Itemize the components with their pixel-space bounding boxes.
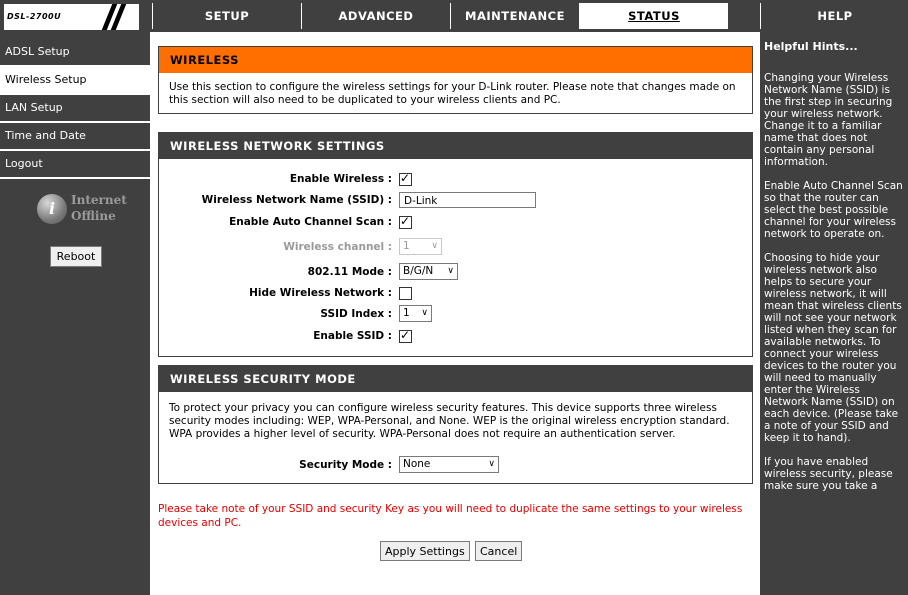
sidebar-item-wireless-setup[interactable]: Wireless Setup — [0, 67, 150, 95]
internet-status-line2: Offline — [71, 209, 116, 223]
chevron-down-icon: ∨ — [431, 241, 438, 251]
auto-channel-label: Enable Auto Channel Scan : — [229, 216, 392, 228]
sidebar-item-adsl-setup[interactable]: ADSL Setup — [0, 39, 150, 67]
ssid-label: Wireless Network Name (SSID) : — [201, 194, 392, 206]
network-settings-section: WIRELESS NETWORK SETTINGS Enable Wireles… — [158, 132, 753, 357]
tab-setup[interactable]: SETUP — [152, 3, 301, 29]
hint-paragraph: Enable Auto Channel Scan so that the rou… — [764, 180, 903, 240]
tab-help[interactable]: HELP — [760, 3, 908, 29]
enable-ssid-checkbox[interactable] — [399, 328, 412, 343]
chevron-down-icon: ∨ — [488, 459, 495, 469]
chevron-down-icon: ∨ — [447, 266, 454, 276]
helpful-hints-panel: Helpful Hints... Changing your Wireless … — [760, 32, 908, 595]
wireless-description: Use this section to configure the wirele… — [169, 81, 736, 106]
sidebar-item-time-and-date[interactable]: Time and Date — [0, 123, 150, 151]
info-icon: i — [37, 194, 67, 224]
ssid-index-label: SSID Index : — [320, 308, 392, 320]
sidebar-item-logout[interactable]: Logout — [0, 151, 150, 179]
tab-status[interactable]: STATUS — [579, 3, 728, 29]
network-settings-title: WIRELESS NETWORK SETTINGS — [159, 133, 752, 159]
chevron-down-icon: ∨ — [421, 308, 428, 318]
wireless-section-title: WIRELESS — [159, 47, 752, 73]
top-nav-bar: DSL-2700U SETUP ADVANCED MAINTENANCE STA… — [0, 0, 908, 32]
security-mode-title: WIRELESS SECURITY MODE — [159, 366, 752, 392]
internet-status-line1: Internet — [71, 193, 127, 207]
wireless-channel-label: Wireless channel : — [283, 241, 392, 253]
reboot-button[interactable]: Reboot — [50, 246, 102, 267]
hints-title: Helpful Hints... — [764, 40, 858, 53]
wireless-channel-select[interactable]: 1 ∨ — [399, 238, 442, 255]
router-logo: DSL-2700U — [3, 3, 140, 31]
cancel-button[interactable]: Cancel — [475, 541, 523, 561]
enable-wireless-label: Enable Wireless : — [289, 173, 392, 185]
sidebar-item-lan-setup[interactable]: LAN Setup — [0, 95, 150, 123]
hint-paragraph: Changing your Wireless Network Name (SSI… — [764, 72, 893, 168]
hint-paragraph: Choosing to hide your wireless network a… — [764, 252, 902, 444]
enable-wireless-checkbox[interactable] — [399, 171, 412, 186]
wireless-section: WIRELESS Use this section to configure t… — [158, 46, 753, 114]
mode-value: B/G/N — [403, 265, 434, 277]
router-model: DSL-2700U — [7, 12, 62, 21]
apply-settings-button[interactable]: Apply Settings — [380, 541, 470, 561]
tab-maintenance[interactable]: MAINTENANCE — [450, 3, 579, 29]
enable-ssid-label: Enable SSID : — [313, 330, 392, 342]
wireless-channel-value: 1 — [403, 240, 410, 252]
ssid-input[interactable]: D-Link — [399, 192, 536, 208]
security-mode-label: Security Mode : — [299, 459, 392, 471]
security-mode-value: None — [403, 458, 431, 470]
auto-channel-checkbox[interactable] — [399, 214, 412, 229]
mode-select[interactable]: B/G/N ∨ — [399, 263, 458, 280]
security-mode-select[interactable]: None ∨ — [399, 456, 499, 473]
tab-advanced[interactable]: ADVANCED — [301, 3, 450, 29]
hide-network-checkbox[interactable] — [399, 287, 412, 300]
internet-status: i Internet Offline — [37, 192, 147, 234]
sidebar: ADSL Setup Wireless Setup LAN Setup Time… — [0, 32, 150, 595]
ssid-index-select[interactable]: 1 ∨ — [399, 305, 432, 322]
ssid-index-value: 1 — [403, 307, 410, 319]
main-content: WIRELESS Use this section to configure t… — [150, 32, 760, 595]
security-mode-section: WIRELESS SECURITY MODE To protect your p… — [158, 365, 753, 484]
mode-label: 802.11 Mode : — [307, 266, 392, 278]
ssid-key-note: Please take note of your SSID and securi… — [158, 503, 743, 529]
hint-paragraph: If you have enabled wireless security, p… — [764, 456, 893, 492]
hide-network-label: Hide Wireless Network : — [249, 287, 392, 299]
security-description: To protect your privacy you can configur… — [169, 402, 730, 440]
